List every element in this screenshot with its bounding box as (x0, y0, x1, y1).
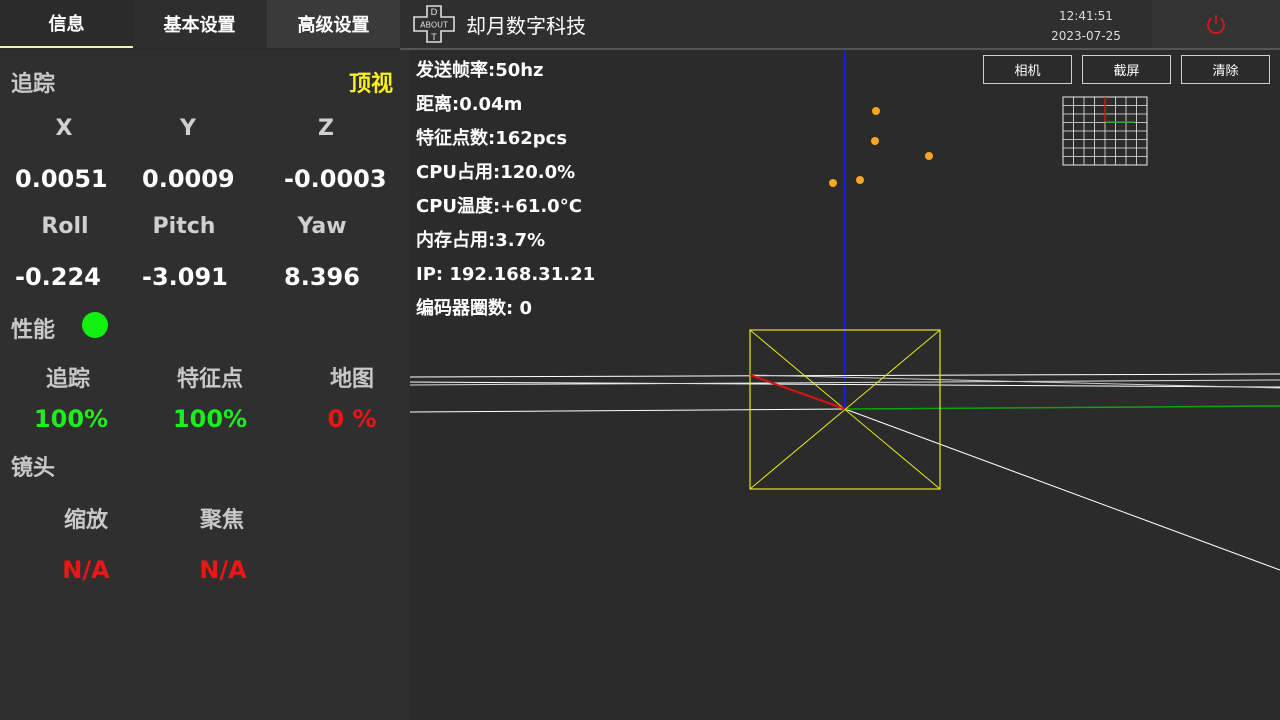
power-icon (1207, 15, 1225, 35)
feature-point (925, 152, 933, 160)
feature-point (871, 137, 879, 145)
header-x: X (55, 116, 73, 141)
y-axis-line (749, 374, 846, 410)
value-x: 0.0051 (15, 165, 108, 193)
value-y: 0.0009 (142, 165, 235, 193)
info-panel: 追踪 顶视 X Y Z 0.0051 0.0009 -0.0003 Roll P… (0, 50, 410, 720)
tracking-title: 追踪 (11, 72, 56, 97)
camera-button[interactable]: 相机 (983, 55, 1072, 84)
power-button[interactable] (1152, 0, 1280, 48)
lens-value-focus: N/A (199, 556, 247, 584)
lens-label-focus: 聚焦 (199, 508, 244, 533)
feature-point (872, 107, 880, 115)
perf-label-map: 地图 (329, 367, 374, 392)
tab-info[interactable]: 信息 (0, 0, 133, 48)
perf-value-features: 100% (172, 405, 248, 433)
lens-title: 镜头 (11, 456, 56, 481)
grid-line (410, 408, 846, 413)
svg-text:ABOUT: ABOUT (420, 21, 448, 30)
svg-text:D: D (431, 8, 438, 18)
brand-title: 却月数字科技 (466, 13, 586, 38)
stat-cpu-usage: CPU占用:120.0% (416, 162, 576, 183)
value-yaw: 8.396 (284, 263, 360, 291)
brand: D T ABOUT 却月数字科技 (412, 4, 586, 44)
header-pitch: Pitch (152, 214, 216, 239)
perf-label-features: 特征点 (176, 367, 243, 392)
header-yaw: Yaw (297, 214, 347, 239)
dpad-logo-icon: D T ABOUT (413, 5, 455, 43)
clock-date: 2023-07-25 (1051, 29, 1121, 43)
header-y: Y (180, 116, 196, 141)
perf-value-tracking: 100% (33, 405, 109, 433)
stat-send-rate: 发送帧率:50hz (416, 60, 544, 81)
value-z: -0.0003 (284, 165, 387, 193)
value-pitch: -3.091 (142, 263, 228, 291)
clock: 12:41:51 2023-07-25 (1040, 6, 1132, 46)
lens-label-zoom: 缩放 (63, 508, 108, 533)
stat-ip: IP: 192.168.31.21 (416, 264, 596, 285)
value-roll: -0.224 (15, 263, 101, 291)
tab-basic-settings[interactable]: 基本设置 (133, 0, 266, 48)
header-z: Z (318, 116, 334, 141)
lens-value-zoom: N/A (62, 556, 110, 584)
stat-memory-usage: 内存占用:3.7% (416, 230, 546, 251)
minimap (1062, 96, 1148, 166)
stat-cpu-temp: CPU温度:+61.0°C (416, 196, 582, 217)
stats-overlay: 发送帧率:50hz 距离:0.04m 特征点数:162pcs CPU占用:120… (416, 58, 595, 330)
clear-button[interactable]: 清除 (1181, 55, 1270, 84)
top-bar: 信息 基本设置 高级设置 D T ABOUT 却月数字科技 12:41:51 2… (0, 0, 1280, 48)
performance-status-indicator (82, 312, 108, 338)
perf-label-tracking: 追踪 (45, 367, 90, 392)
clock-time: 12:41:51 (1059, 9, 1113, 23)
svg-text:T: T (430, 33, 437, 43)
header-roll: Roll (41, 214, 89, 239)
3d-viewport[interactable]: 发送帧率:50hz 距离:0.04m 特征点数:162pcs CPU占用:120… (410, 50, 1280, 720)
feature-point (856, 176, 864, 184)
performance-title: 性能 (11, 318, 56, 343)
tab-advanced-settings[interactable]: 高级设置 (267, 0, 400, 48)
x-axis-line (844, 405, 1280, 410)
stat-feature-count: 特征点数:162pcs (416, 128, 568, 149)
screenshot-button[interactable]: 截屏 (1082, 55, 1171, 84)
view-mode-toggle[interactable]: 顶视 (349, 66, 393, 98)
stat-distance: 距离:0.04m (416, 94, 523, 115)
grid-line (749, 374, 1280, 389)
stat-encoder-turns: 编码器圈数: 0 (416, 298, 532, 319)
feature-point (829, 179, 837, 187)
perf-value-map: 0 % (327, 405, 377, 433)
